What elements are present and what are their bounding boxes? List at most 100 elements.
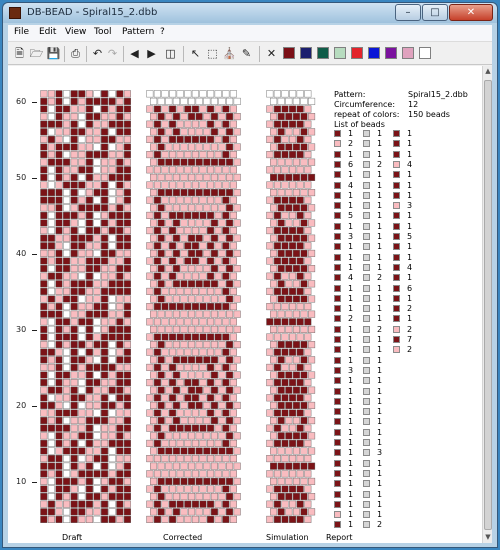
bead-cell[interactable] <box>47 447 55 455</box>
bead-cell[interactable] <box>63 386 71 394</box>
simulation-grid[interactable] <box>266 90 318 526</box>
bead-cell[interactable] <box>78 356 86 364</box>
bead-cell[interactable] <box>85 257 93 265</box>
bead-cell[interactable] <box>55 515 63 523</box>
bead-cell[interactable] <box>165 508 173 516</box>
bead-cell[interactable] <box>176 242 184 250</box>
bead-cell[interactable] <box>70 363 78 371</box>
bead-cell[interactable] <box>277 204 285 212</box>
bead-cell[interactable] <box>146 90 154 98</box>
bead-cell[interactable] <box>191 227 199 235</box>
bead-cell[interactable] <box>233 173 241 181</box>
bead-cell[interactable] <box>116 432 124 440</box>
bead-cell[interactable] <box>78 242 86 250</box>
bead-cell[interactable] <box>210 234 218 242</box>
bead-cell[interactable] <box>101 318 109 326</box>
bead-cell[interactable] <box>85 500 93 508</box>
bead-cell[interactable] <box>70 508 78 516</box>
bead-cell[interactable] <box>93 189 101 197</box>
bead-cell[interactable] <box>123 462 131 470</box>
bead-cell[interactable] <box>273 485 281 493</box>
bead-cell[interactable] <box>308 462 316 470</box>
bead-cell[interactable] <box>304 394 312 402</box>
bead-cell[interactable] <box>281 120 289 128</box>
bead-cell[interactable] <box>78 401 86 409</box>
bead-cell[interactable] <box>85 371 93 379</box>
bead-cell[interactable] <box>40 363 48 371</box>
bead-cell[interactable] <box>153 424 161 432</box>
bead-cell[interactable] <box>285 341 293 349</box>
bead-cell[interactable] <box>199 242 207 250</box>
bead-cell[interactable] <box>78 151 86 159</box>
bead-cell[interactable] <box>285 234 293 242</box>
bead-cell[interactable] <box>229 439 237 447</box>
bead-cell[interactable] <box>165 173 173 181</box>
bead-cell[interactable] <box>296 211 304 219</box>
bead-cell[interactable] <box>47 166 55 174</box>
bead-cell[interactable] <box>304 227 312 235</box>
bead-cell[interactable] <box>266 500 274 508</box>
bead-cell[interactable] <box>277 371 285 379</box>
bead-cell[interactable] <box>101 341 109 349</box>
bead-cell[interactable] <box>195 310 203 318</box>
bead-cell[interactable] <box>78 189 86 197</box>
bead-cell[interactable] <box>199 379 207 387</box>
bead-cell[interactable] <box>116 151 124 159</box>
bead-cell[interactable] <box>123 371 131 379</box>
bead-cell[interactable] <box>101 386 109 394</box>
bead-cell[interactable] <box>70 424 78 432</box>
bead-cell[interactable] <box>304 333 312 341</box>
bead-cell[interactable] <box>93 325 101 333</box>
bead-cell[interactable] <box>304 500 312 508</box>
bead-cell[interactable] <box>277 295 285 303</box>
bead-cell[interactable] <box>47 508 55 516</box>
bead-cell[interactable] <box>172 356 180 364</box>
bead-cell[interactable] <box>70 447 78 455</box>
bead-cell[interactable] <box>63 379 71 387</box>
bead-cell[interactable] <box>176 515 184 523</box>
bead-cell[interactable] <box>157 325 165 333</box>
scroll-down-arrow-icon[interactable]: ▼ <box>483 532 493 542</box>
bead-cell[interactable] <box>270 158 278 166</box>
bead-cell[interactable] <box>188 265 196 273</box>
bead-cell[interactable] <box>292 432 300 440</box>
bead-cell[interactable] <box>199 90 207 98</box>
bead-cell[interactable] <box>169 485 177 493</box>
bead-cell[interactable] <box>289 348 297 356</box>
bead-cell[interactable] <box>116 219 124 227</box>
bead-cell[interactable] <box>184 485 192 493</box>
bead-cell[interactable] <box>40 447 48 455</box>
bead-cell[interactable] <box>40 151 48 159</box>
bead-cell[interactable] <box>40 493 48 501</box>
bead-cell[interactable] <box>78 371 86 379</box>
bead-cell[interactable] <box>101 166 109 174</box>
close-button[interactable]: ✕ <box>449 4 493 21</box>
bead-cell[interactable] <box>188 204 196 212</box>
bead-cell[interactable] <box>296 151 304 159</box>
bead-cell[interactable] <box>55 90 63 98</box>
maximize-button[interactable]: □ <box>422 4 448 21</box>
bead-cell[interactable] <box>233 371 241 379</box>
bead-cell[interactable] <box>218 477 226 485</box>
bead-cell[interactable] <box>47 401 55 409</box>
bead-cell[interactable] <box>165 280 173 288</box>
bead-cell[interactable] <box>270 477 278 485</box>
bead-cell[interactable] <box>169 135 177 143</box>
bead-cell[interactable] <box>300 432 308 440</box>
bead-cell[interactable] <box>176 318 184 326</box>
bead-cell[interactable] <box>199 272 207 280</box>
bead-cell[interactable] <box>188 280 196 288</box>
bead-cell[interactable] <box>199 363 207 371</box>
bead-cell[interactable] <box>281 363 289 371</box>
bead-cell[interactable] <box>277 417 285 425</box>
bead-cell[interactable] <box>108 500 116 508</box>
bead-cell[interactable] <box>101 272 109 280</box>
bead-cell[interactable] <box>47 386 55 394</box>
bead-cell[interactable] <box>40 105 48 113</box>
bead-cell[interactable] <box>285 447 293 455</box>
bead-cell[interactable] <box>277 508 285 516</box>
bead-cell[interactable] <box>229 363 237 371</box>
menu-file[interactable]: File <box>14 27 29 37</box>
bead-cell[interactable] <box>289 394 297 402</box>
bead-cell[interactable] <box>270 143 278 151</box>
